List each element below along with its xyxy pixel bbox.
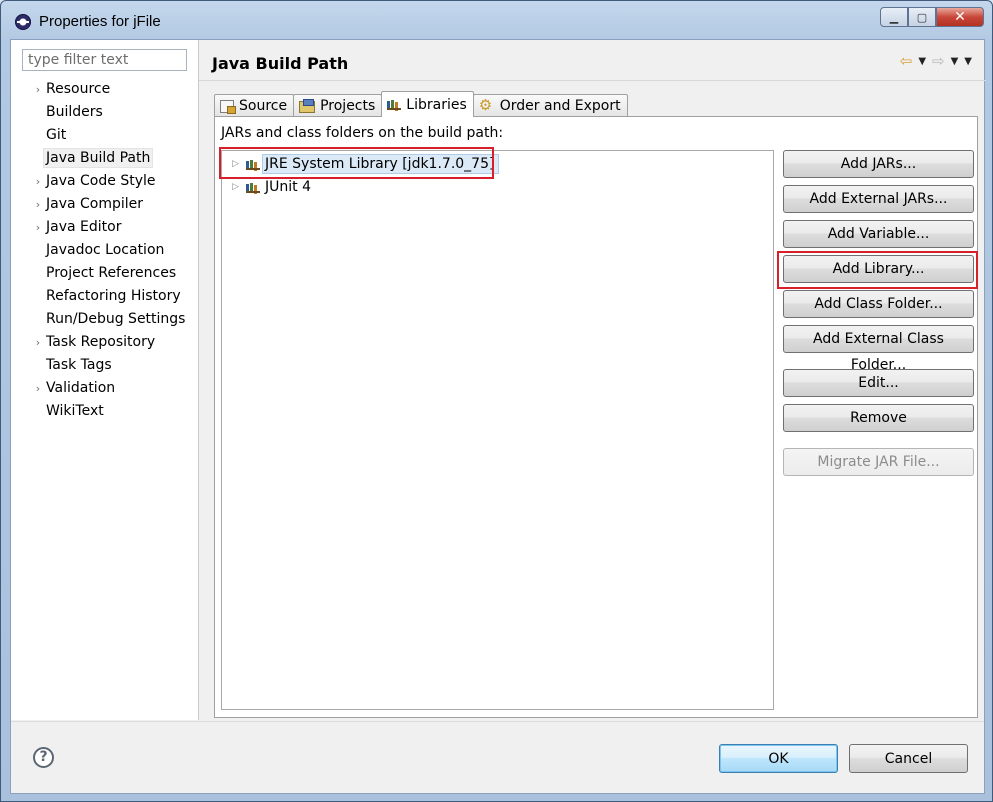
libraries-caption: JARs and class folders on the build path… [221, 125, 504, 141]
add-jars-button[interactable]: Add JARs... [783, 150, 974, 178]
tree-item-jre-system-library[interactable]: ▷ JRE System Library [jdk1.7.0_75] [222, 154, 500, 174]
dialog-body: ›Resource Builders Git Java Build Path ›… [10, 39, 986, 794]
add-external-jars-button[interactable]: Add External JARs... [783, 185, 974, 213]
nav-item-git[interactable]: Git [11, 124, 198, 147]
nav-item-java-compiler[interactable]: › Java Compiler [11, 193, 198, 216]
title-bar[interactable]: Properties for jFile ▁ ▢ ✕ [1, 1, 992, 39]
projects-icon [299, 99, 316, 113]
cancel-button[interactable]: Cancel [849, 744, 968, 773]
title-separator [199, 80, 986, 81]
nav-item-wikitext[interactable]: WikiText [11, 400, 198, 423]
tab-source[interactable]: Source [214, 94, 295, 117]
tab-projects[interactable]: Projects [293, 94, 383, 117]
history-navigation: ⇦ ▼ ⇨ ▼ ▼ [900, 52, 972, 70]
filter-input[interactable] [22, 49, 187, 71]
nav-item-javadoc-location[interactable]: Javadoc Location [11, 239, 198, 262]
view-menu-icon[interactable]: ▼ [964, 56, 972, 67]
expand-arrow-icon[interactable]: ▷ [232, 154, 246, 174]
properties-dialog: Properties for jFile ▁ ▢ ✕ ›Resource Bui… [0, 0, 993, 802]
expand-arrow-icon[interactable]: ▷ [232, 177, 246, 197]
expand-arrow-icon[interactable]: › [33, 193, 43, 216]
expand-arrow-icon[interactable]: › [33, 377, 43, 400]
libraries-panel: JARs and class folders on the build path… [214, 116, 978, 718]
expand-arrow-icon[interactable]: › [33, 78, 43, 101]
nav-item-project-references[interactable]: Project References [11, 262, 198, 285]
window-title: Properties for jFile [39, 13, 161, 30]
nav-item-java-build-path[interactable]: Java Build Path [11, 147, 198, 170]
nav-item-task-repository[interactable]: › Task Repository [11, 331, 198, 354]
back-dropdown-icon[interactable]: ▼ [918, 56, 926, 67]
nav-item-validation[interactable]: › Validation [11, 377, 198, 400]
window-controls: ▁ ▢ ✕ [880, 7, 984, 27]
library-icon [246, 159, 260, 170]
nav-item-refactoring-history[interactable]: Refactoring History [11, 285, 198, 308]
minimize-icon: ▁ [889, 10, 899, 24]
page-tree: › Resource Builders Git Java Build Path ›… [11, 78, 198, 423]
nav-item-java-code-style[interactable]: › Java Code Style [11, 170, 198, 193]
add-variable-button[interactable]: Add Variable... [783, 220, 974, 248]
tab-libraries[interactable]: Libraries [381, 91, 474, 117]
close-button[interactable]: ✕ [936, 7, 984, 27]
add-library-button[interactable]: Add Library... [783, 255, 974, 283]
nav-item-task-tags[interactable]: Task Tags [11, 354, 198, 377]
add-class-folder-button[interactable]: Add Class Folder... [783, 290, 974, 318]
expand-arrow-icon[interactable]: › [33, 170, 43, 193]
build-path-tabs: Source Projects Libraries Order and Expo… [214, 91, 628, 117]
migrate-jar-button: Migrate JAR File... [783, 448, 974, 476]
tree-item-junit-4[interactable]: ▷ JUnit 4 [222, 177, 311, 197]
property-page-list: ›Resource Builders Git Java Build Path ›… [11, 40, 199, 720]
nav-item-java-editor[interactable]: › Java Editor [11, 216, 198, 239]
library-icon [246, 182, 260, 193]
eclipse-icon [15, 14, 31, 30]
source-folder-icon [220, 99, 236, 114]
expand-arrow-icon[interactable]: › [33, 331, 43, 354]
order-export-icon [479, 96, 495, 114]
nav-item-run-debug-settings[interactable]: Run/Debug Settings [11, 308, 198, 331]
page-title: Java Build Path [212, 54, 349, 73]
close-icon: ✕ [954, 9, 966, 25]
edit-button[interactable]: Edit... [783, 369, 974, 397]
remove-button[interactable]: Remove [783, 404, 974, 432]
add-external-class-folder-button[interactable]: Add External Class Folder... [783, 325, 974, 373]
help-icon[interactable]: ? [33, 747, 54, 768]
maximize-button[interactable]: ▢ [908, 7, 936, 27]
minimize-button[interactable]: ▁ [880, 7, 908, 27]
back-arrow-icon[interactable]: ⇦ [900, 52, 913, 70]
footer-separator [11, 721, 984, 722]
tab-order-and-export[interactable]: Order and Export [472, 94, 628, 117]
ok-button[interactable]: OK [719, 744, 838, 773]
forward-dropdown-icon[interactable]: ▼ [951, 56, 959, 67]
nav-item-builders[interactable]: Builders [11, 101, 198, 124]
nav-item-resource[interactable]: › Resource [11, 78, 198, 101]
expand-arrow-icon[interactable]: › [33, 216, 43, 239]
library-tree[interactable]: ▷ JRE System Library [jdk1.7.0_75] ▷ JUn… [221, 150, 774, 710]
library-icon [387, 99, 402, 110]
forward-arrow-icon[interactable]: ⇨ [932, 52, 945, 70]
maximize-icon: ▢ [916, 10, 928, 24]
